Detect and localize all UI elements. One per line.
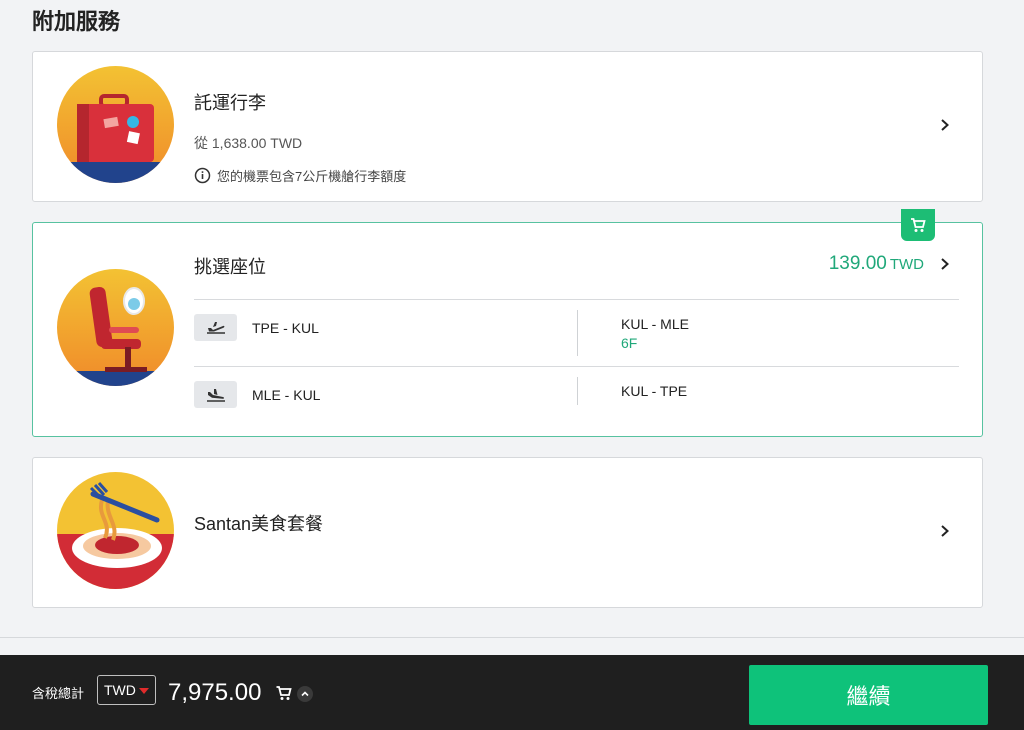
segment-separator xyxy=(577,377,578,405)
segment-row[interactable]: MLE - KUL KUL - TPE xyxy=(194,367,959,433)
footer-bar: 含稅總計 TWD 7,975.00 繼續 xyxy=(0,655,1024,730)
tax-label: 含稅總計 xyxy=(32,686,85,701)
currency-value: TWD xyxy=(104,682,136,698)
baggage-note: 您的機票包含7公斤機艙行李額度 xyxy=(194,166,406,185)
seat-card[interactable]: 挑選座位 139.00 TWD TPE - KUL KUL - MLE 6F ML… xyxy=(32,209,983,437)
baggage-card[interactable]: 託運行李 從 1,638.00 TWD 您的機票包含7公斤機艙行李額度 xyxy=(32,51,983,202)
baggage-title: 託運行李 xyxy=(194,93,266,113)
cart-icon[interactable] xyxy=(275,684,293,702)
seat-illustration xyxy=(57,269,174,386)
meal-card[interactable]: Santan美食套餐 xyxy=(32,457,983,608)
baggage-note-text: 您的機票包含7公斤機艙行李額度 xyxy=(217,169,407,184)
total-price: 7,975.00 xyxy=(168,679,262,706)
seat-price-value: 139.00 xyxy=(828,253,887,274)
info-icon xyxy=(194,167,211,184)
chevron-right-icon[interactable] xyxy=(938,524,952,538)
continue-button[interactable]: 繼續 xyxy=(749,665,988,725)
caret-down-icon xyxy=(139,688,149,694)
seat-title: 挑選座位 xyxy=(194,257,266,277)
segment-seat-value: 6F xyxy=(621,335,638,351)
segment-separator xyxy=(577,310,578,356)
landing-icon xyxy=(194,381,237,408)
segment-route-right: KUL - TPE xyxy=(621,383,688,399)
segment-row[interactable]: TPE - KUL KUL - MLE 6F xyxy=(194,300,959,366)
baggage-price: 從 1,638.00 TWD xyxy=(194,135,303,151)
segment-route-left: TPE - KUL xyxy=(252,320,319,336)
footer-divider xyxy=(0,637,1024,638)
pasta-illustration xyxy=(57,472,174,589)
cart-badge xyxy=(901,209,935,241)
seat-price: 139.00 TWD xyxy=(829,253,924,275)
chevron-right-icon[interactable] xyxy=(938,118,952,132)
page-title: 附加服務 xyxy=(32,9,121,34)
segment-route-left: MLE - KUL xyxy=(252,387,321,403)
currency-select[interactable]: TWD xyxy=(97,675,156,705)
seat-price-currency: TWD xyxy=(889,256,924,273)
meal-title: Santan美食套餐 xyxy=(194,514,324,534)
chevron-right-icon[interactable] xyxy=(938,257,952,271)
suitcase-illustration xyxy=(57,66,174,183)
takeoff-icon xyxy=(194,314,237,341)
chevron-up-icon[interactable] xyxy=(297,686,313,702)
segment-route-right: KUL - MLE xyxy=(621,316,689,332)
cart-icon xyxy=(911,218,926,232)
